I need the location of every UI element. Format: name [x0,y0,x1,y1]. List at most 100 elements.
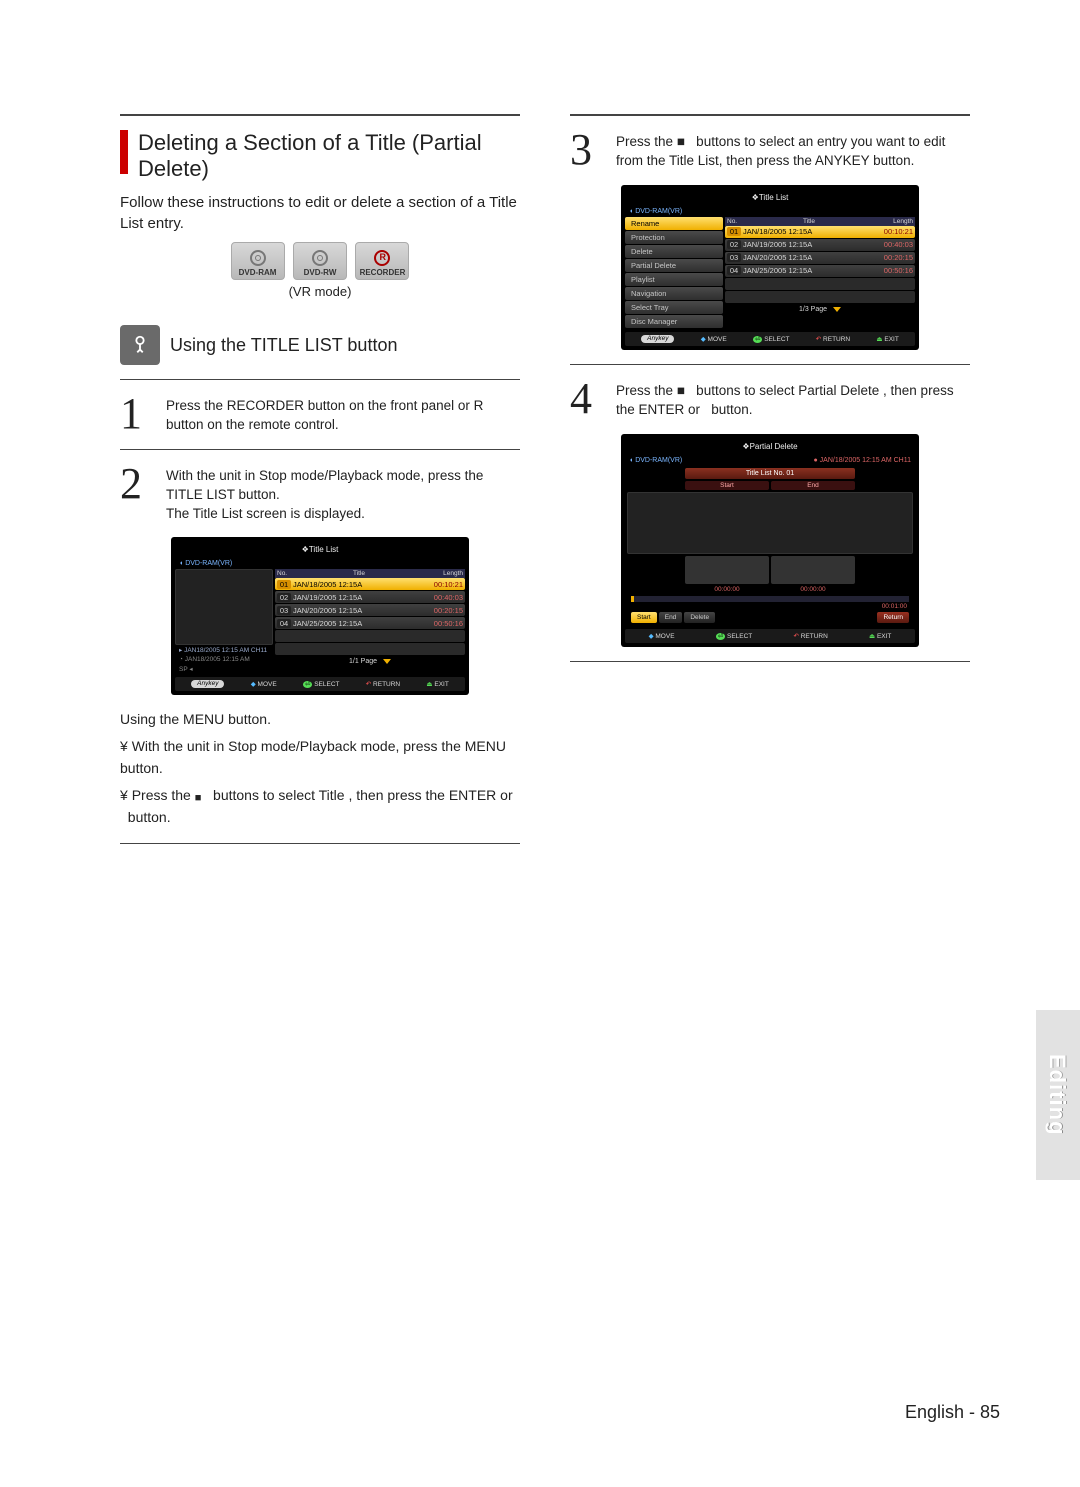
subheading: Using the TITLE LIST button [120,325,520,365]
menu-item-rename[interactable]: Rename [625,217,723,230]
dvd-ram-icon: DVD-RAM [231,242,285,280]
step-number: 2 [120,464,156,524]
table-row [725,291,915,303]
step-text: Press the ■ buttons to select Partial De… [616,379,970,420]
preview-pane [627,492,913,554]
exit-hint: ⏏ EXIT [869,632,891,640]
subheading-title: Using the TITLE LIST button [170,335,397,356]
return-hint: ↶ RETURN [793,632,827,640]
menu-line: ¥ Press the buttons to select Title , th… [120,785,520,829]
context-menu: Rename Protection Delete Partial Delete … [625,217,723,328]
return-button[interactable]: Return [877,612,909,623]
page-footer: English - 85 [905,1402,1000,1423]
menu-item-partial-delete[interactable]: Partial Delete [625,259,723,272]
select-hint: ⏎ SELECT [303,680,340,688]
osd-title: Title List [625,189,915,206]
table-row[interactable]: 03JAN/20/2005 12:15A00:20:15 [275,604,465,616]
return-hint: ↶ RETURN [816,335,850,343]
end-label: End [771,481,855,490]
step-number: 1 [120,394,156,435]
step-3: 3 Press the ■ buttons to select an entry… [570,130,970,171]
start-button[interactable]: Start [631,612,657,623]
table-header: No.TitleLength [725,217,915,226]
table-row[interactable]: 03JAN/20/2005 12:15A00:20:15 [725,252,915,264]
menu-item-select-tray[interactable]: Select Tray [625,301,723,314]
osd-title: Title List [175,541,465,558]
vr-mode-label: (VR mode) [120,284,520,299]
step-text: Press the ■ buttons to select an entry y… [616,130,970,171]
table-row [275,630,465,642]
end-button[interactable]: End [659,612,683,623]
end-time: 00:00:00 [771,586,855,593]
exit-hint: ⏏ EXIT [876,335,898,343]
table-row[interactable]: 04JAN/25/2005 12:15A00:50:16 [725,265,915,277]
delete-button[interactable]: Delete [684,612,715,623]
osd-media: ◖ DVD-RAM(VR) [629,457,682,464]
menu-instructions: Using the MENU button. ¥ With the unit i… [120,709,520,828]
step-1: 1 Press the RECORDER button on the front… [120,394,520,435]
anykey-badge: Anykey [191,680,224,688]
step-number: 3 [570,130,606,171]
current-time: 00:01:00 [625,603,915,610]
step-text: Press the RECORDER button on the front p… [166,394,520,435]
recorder-icon: RECORDER [355,242,409,280]
table-row[interactable]: 02JAN/19/2005 12:15A00:40:03 [275,591,465,603]
title-list-screenshot: Title List ◖ DVD-RAM(VR) ▸ JAN18/2005 12… [171,537,469,695]
osd-title: Partial Delete [625,438,915,455]
menu-item-disc-manager[interactable]: Disc Manager [625,315,723,328]
osd-media: ◖ DVD-RAM(VR) [625,206,915,217]
side-tab-editing: Editing [1036,1010,1080,1180]
info-line: SP ◂ [175,664,273,674]
pager: 1/3 Page [725,304,915,315]
section-title: Deleting a Section of a Title (Partial D… [138,130,520,182]
menu-heading: Using the MENU button. [120,709,520,731]
step-2: 2 With the unit in Stop mode/Playback mo… [120,464,520,524]
menu-item-delete[interactable]: Delete [625,245,723,258]
exit-hint: ⏏ EXIT [426,680,448,688]
menu-item-navigation[interactable]: Navigation [625,287,723,300]
step-4: 4 Press the ■ buttons to select Partial … [570,379,970,420]
info-line: ▸ JAN18/2005 12:15 AM CH11 [175,645,273,655]
osd-footer: Anykey ◆ MOVE ⏎ SELECT ↶ RETURN ⏏ EXIT [625,332,915,346]
rec-info: ● JAN/18/2005 12:15 AM CH11 [813,457,911,464]
title-list-no: Title List No. 01 [685,468,855,479]
osd-footer: ◆ MOVE ⏎ SELECT ↶ RETURN ⏏ EXIT [625,629,915,643]
osd-footer: Anykey ◆ MOVE ⏎ SELECT ↶ RETURN ⏏ EXIT [175,677,465,691]
right-column: 3 Press the ■ buttons to select an entry… [570,100,970,858]
square-icon [195,786,202,808]
section-intro: Follow these instructions to edit or del… [120,192,520,234]
start-time: 00:00:00 [685,586,769,593]
table-row[interactable]: 01JAN/18/2005 12:15A00:10:21 [725,226,915,238]
move-hint: ◆ MOVE [251,680,277,688]
thumb-end [771,556,855,584]
menu-item-playlist[interactable]: Playlist [625,273,723,286]
side-tab-label: Editing [1045,1054,1071,1136]
return-hint: ↶ RETURN [366,680,400,688]
menu-item-protection[interactable]: Protection [625,231,723,244]
chevron-down-icon [383,659,391,664]
preview-pane [175,569,273,645]
progress-bar[interactable] [631,596,909,602]
left-column: Deleting a Section of a Title (Partial D… [120,100,520,858]
move-hint: ◆ MOVE [701,335,727,343]
section-heading: Deleting a Section of a Title (Partial D… [120,130,520,182]
anykey-badge: Anykey [641,335,674,343]
pager: 1/1 Page [275,656,465,667]
thumb-start [685,556,769,584]
table-header: No.TitleLength [275,569,465,578]
chevron-down-icon [833,307,841,312]
select-hint: ⏎ SELECT [753,335,790,343]
step-number: 4 [570,379,606,420]
move-hint: ◆ MOVE [649,632,675,640]
disc-badges: DVD-RAM DVD-RW RECORDER [120,242,520,280]
start-label: Start [685,481,769,490]
table-row [275,643,465,655]
partial-delete-screenshot: Partial Delete ◖ DVD-RAM(VR) ● JAN/18/20… [621,434,919,647]
red-bar-icon [120,130,128,174]
table-row[interactable]: 01JAN/18/2005 12:15A00:10:21 [275,578,465,590]
table-row[interactable]: 04JAN/25/2005 12:15A00:50:16 [275,617,465,629]
select-hint: ⏎ SELECT [716,632,753,640]
table-row [725,278,915,290]
step-text: With the unit in Stop mode/Playback mode… [166,464,520,524]
table-row[interactable]: 02JAN/19/2005 12:15A00:40:03 [725,239,915,251]
